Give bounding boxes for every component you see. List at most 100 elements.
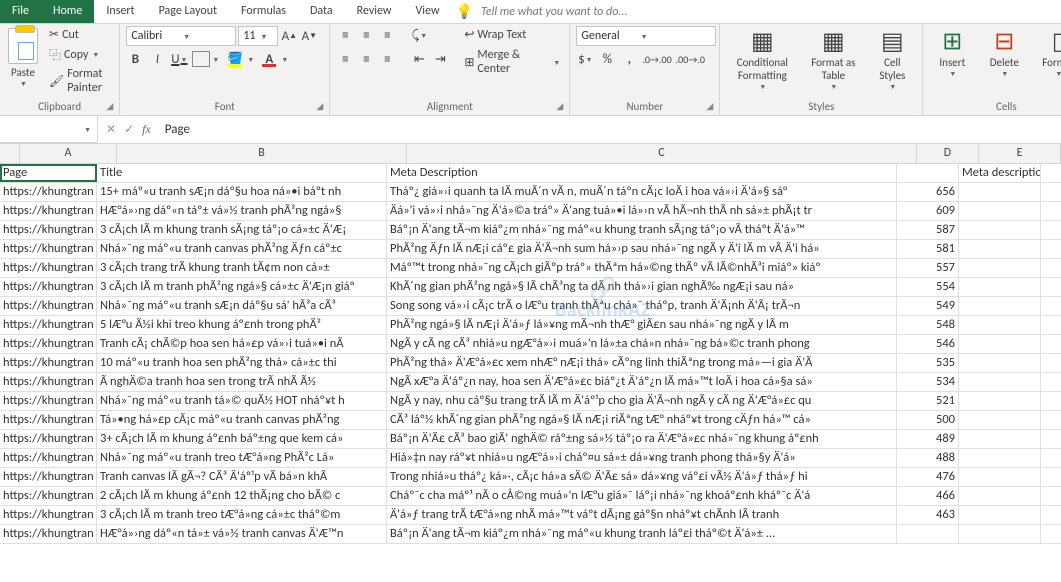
cell[interactable]: 500 [897,411,959,429]
cell[interactable] [959,297,1041,315]
cell[interactable]: https://khungtran [0,392,97,410]
cell[interactable]: 548 [897,316,959,334]
cell[interactable]: https://khungtran [0,297,97,315]
cell[interactable]: https://khungtran [0,202,97,220]
cell[interactable]: 488 [897,449,959,467]
cell[interactable]: 521 [897,392,959,410]
cell[interactable]: 10 máº«u tranh hoa sen phÃ²ng thá» cá»±c… [97,354,387,372]
cell[interactable]: 557 [897,259,959,277]
cell[interactable]: Báº¡n Ä'ang tÃ¬m kiáº¿m nhá»¯ng máº«u kh… [387,221,897,239]
enter-formula-icon[interactable]: ✓ [124,122,134,137]
cell[interactable]: Title [97,164,387,182]
cell[interactable]: Tá»•ng há»£p cÃ¡c máº«u tranh canvas phÃ… [97,411,387,429]
cell[interactable] [959,183,1041,201]
cell[interactable] [959,449,1041,467]
cell[interactable]: 15+ máº«u tranh sÆ¡n dáº§u hoa ná»•i báº… [97,183,387,201]
cell[interactable]: Hiá»‡n nay ráº¥t nhiá»u ngÆ°á»›i cháº¤u … [387,449,897,467]
cell[interactable]: 554 [897,278,959,296]
cell[interactable]: 534 [897,373,959,391]
cell[interactable]: Nhá»¯ng máº«u tranh tá»© quÃ½ HOT nháº¥t… [97,392,387,410]
cell[interactable]: 587 [897,221,959,239]
comma-format-icon[interactable]: , [620,50,638,68]
cell[interactable] [959,430,1041,448]
select-all-corner[interactable] [0,144,20,163]
decrease-indent-icon[interactable]: ⇤ [410,50,428,68]
wrap-text-button[interactable]: ↩Wrap Text [461,26,563,43]
orientation-icon[interactable]: ⤹▼ [410,26,428,44]
cell[interactable]: 3 cÃ¡ch lÃ m khung tranh sÃ¡ng táº¡o cá»… [97,221,387,239]
cell[interactable]: https://khungtran [0,278,97,296]
cell[interactable]: CÃ³ láº½ khÃ´ng gian phÃ²ng ngá»§ lÃ nÆ¡… [387,411,897,429]
font-name-select[interactable]: Calibri▼ [126,26,236,46]
tab-data[interactable]: Data [298,0,345,23]
cell[interactable] [959,335,1041,353]
cell[interactable]: 535 [897,354,959,372]
cell[interactable]: Tranh cÃ¡ chÃ©p hoa sen há»£p vá»›i tuá»… [97,335,387,353]
cell[interactable]: 5 lÆ°u Ã½i khi treo khung áº£nh trong ph… [97,316,387,334]
fx-icon[interactable]: fx [142,122,151,137]
cell[interactable]: https://khungtran [0,335,97,353]
cell[interactable]: PhÃ²ng Äƒn lÃ nÆ¡i cáº£ gia Ä'Ã¬nh sum h… [387,240,897,258]
font-size-select[interactable]: 11▼ [238,26,278,46]
tab-view[interactable]: View [404,0,452,23]
increase-indent-icon[interactable]: ⇥ [431,50,449,68]
cell[interactable]: Tháº¿ giá»›i quanh ta lÃ muÃ´n vÃ n, muÃ… [387,183,897,201]
font-color-button[interactable]: A▼ [260,50,278,68]
cell[interactable]: https://khungtran [0,221,97,239]
cell[interactable]: https://khungtran [0,240,97,258]
cell[interactable]: https://khungtran [0,506,97,524]
fill-color-button[interactable]: 🪣▼ [226,50,244,68]
col-header-b[interactable]: B [117,144,407,163]
cancel-formula-icon[interactable]: ✕ [106,122,116,137]
delete-cells-button[interactable]: ⊟Delete▼ [981,26,1027,80]
tab-review[interactable]: Review [345,0,404,23]
cell[interactable] [959,259,1041,277]
percent-format-icon[interactable]: % [598,50,616,68]
cell[interactable]: 3 cÃ¡ch lÃ m tranh phÃ²ng ngá»§ cá»±c Ä'… [97,278,387,296]
number-format-select[interactable]: General▼ [576,26,716,46]
cell[interactable] [959,468,1041,486]
cell[interactable]: Page [0,164,97,182]
paste-button[interactable]: Paste ▼ [6,26,40,90]
col-header-c[interactable]: C [407,144,917,163]
cell[interactable]: NgÃ y nay, nhu cáº§u trang trÃ­ lÃ m Ä'á… [387,392,897,410]
cell[interactable] [897,164,959,182]
increase-decimal-icon[interactable]: .0→.00 [642,50,671,68]
cell[interactable]: Nhá»¯ng máº«u tranh canvas phÃ²ng Äƒn cá… [97,240,387,258]
align-top-icon[interactable]: ≡ [336,26,354,44]
cell[interactable]: Ã nghÄ©a tranh hoa sen trong trÃ­ nhÃ Ã½ [97,373,387,391]
cell[interactable]: https://khungtran [0,487,97,505]
name-box[interactable]: ▼ [0,116,98,143]
cell[interactable]: https://khungtran [0,183,97,201]
cell[interactable]: https://khungtran [0,259,97,277]
merge-center-button[interactable]: ⊞Merge & Center▼ [461,47,563,77]
cell[interactable] [959,316,1041,334]
cell[interactable]: Nhá»¯ng máº«u tranh sÆ¡n dáº§u sá' hÃ³a … [97,297,387,315]
cell[interactable]: 3 cÃ¡ch lÃ m tranh treo tÆ°á»ng cá»±c th… [97,506,387,524]
tab-file[interactable]: File [0,0,41,23]
align-left-icon[interactable]: ≡ [336,50,354,68]
align-middle-icon[interactable]: ≡ [357,26,375,44]
copy-button[interactable]: ⿻Copy▼ [46,45,113,64]
cell[interactable]: 546 [897,335,959,353]
cell[interactable] [959,278,1041,296]
align-right-icon[interactable]: ≡ [378,50,396,68]
cell[interactable]: 476 [897,468,959,486]
format-painter-button[interactable]: 🖌Format Painter [46,66,113,96]
cell[interactable]: https://khungtran [0,430,97,448]
tell-me-input[interactable]: Tell me what you want to do... [481,5,627,19]
cell[interactable]: Äá»'i vá»›i nhá»¯ng Ä'á»©a tráº» Ä'ang t… [387,202,897,220]
cell[interactable] [959,506,1041,524]
cell[interactable]: Meta Description [387,164,897,182]
cell[interactable]: https://khungtran [0,525,97,543]
cell[interactable]: Máº™t trong nhá»¯ng cÃ¡ch giÃºp tráº» th… [387,259,897,277]
tab-insert[interactable]: Insert [94,0,146,23]
cell[interactable]: Song song vá»›i cÃ¡c trÃ o lÆ°u tranh th… [387,297,897,315]
cell[interactable]: Báº¡n Ä'Ã£ cÃ³ bao giÃ' nghÄ© ráº±ng sá»… [387,430,897,448]
align-center-icon[interactable]: ≡ [357,50,375,68]
cell[interactable]: Báº¡n Ä'ang tÃ¬m kiáº¿m nhá»¯ng máº«u kh… [387,525,897,543]
cell[interactable] [959,202,1041,220]
format-as-table-button[interactable]: ▦Format as Table▼ [804,26,862,93]
dialog-launcher-icon[interactable]: ◢ [556,101,563,112]
tab-formulas[interactable]: Formulas [229,0,298,23]
